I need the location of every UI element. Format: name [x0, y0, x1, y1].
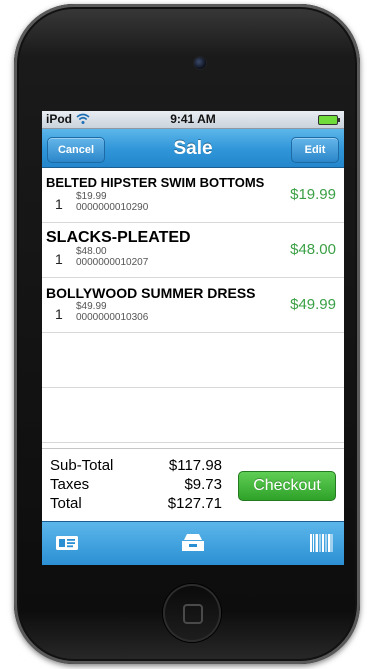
item-sku: 0000000010207 — [76, 257, 149, 268]
sale-items-list: BELTED HIPSTER SWIM BOTTOMS 1 $19.99 000… — [42, 168, 344, 446]
tab-bar — [42, 521, 344, 565]
item-name: BELTED HIPSTER SWIM BOTTOMS — [46, 175, 265, 190]
item-unit-price: $49.99 — [76, 301, 107, 312]
item-quantity: 1 — [55, 306, 63, 322]
empty-list-row — [42, 388, 344, 443]
camera-icon — [194, 57, 206, 69]
item-price: $19.99 — [290, 186, 336, 203]
item-quantity: 1 — [55, 251, 63, 267]
taxes-value: $9.73 — [184, 476, 222, 493]
barcode-icon[interactable] — [308, 531, 334, 555]
empty-list-row — [42, 333, 344, 388]
app-screen: iPod 9:41 AM Cancel Sale Edit BELTED HIP… — [42, 111, 344, 565]
customer-card-icon[interactable] — [54, 531, 80, 555]
item-price: $48.00 — [290, 241, 336, 258]
item-quantity: 1 — [55, 196, 63, 212]
totals-panel: Sub-Total $117.98 Taxes $9.73 Total $127… — [42, 448, 344, 522]
item-price: $49.99 — [290, 296, 336, 313]
list-item[interactable]: BELTED HIPSTER SWIM BOTTOMS 1 $19.99 000… — [42, 168, 344, 223]
checkout-button[interactable]: Checkout — [238, 471, 336, 501]
edit-button[interactable]: Edit — [291, 137, 339, 163]
subtotal-label: Sub-Total — [50, 457, 114, 474]
item-name: BOLLYWOOD SUMMER DRESS — [46, 285, 256, 301]
list-item[interactable]: SLACKS-PLEATED 1 $48.00 0000000010207 $4… — [42, 223, 344, 278]
subtotal-value: $117.98 — [168, 457, 222, 474]
taxes-label: Taxes — [50, 476, 90, 493]
total-value: $127.71 — [167, 495, 222, 512]
total-label: Total — [50, 495, 82, 512]
list-item[interactable]: BOLLYWOOD SUMMER DRESS 1 $49.99 00000000… — [42, 278, 344, 333]
item-unit-price: $19.99 — [76, 191, 107, 202]
status-bar: iPod 9:41 AM — [42, 111, 344, 129]
item-sku: 0000000010290 — [76, 202, 149, 213]
item-name: SLACKS-PLEATED — [46, 229, 191, 246]
battery-icon — [318, 115, 340, 125]
item-unit-price: $48.00 — [76, 246, 107, 257]
item-sku: 0000000010306 — [76, 312, 149, 323]
register-tray-icon[interactable] — [178, 531, 208, 555]
status-time: 9:41 AM — [170, 112, 216, 126]
home-square-icon — [183, 604, 203, 624]
home-button[interactable] — [163, 584, 221, 642]
navigation-bar: Cancel Sale Edit — [42, 129, 344, 168]
